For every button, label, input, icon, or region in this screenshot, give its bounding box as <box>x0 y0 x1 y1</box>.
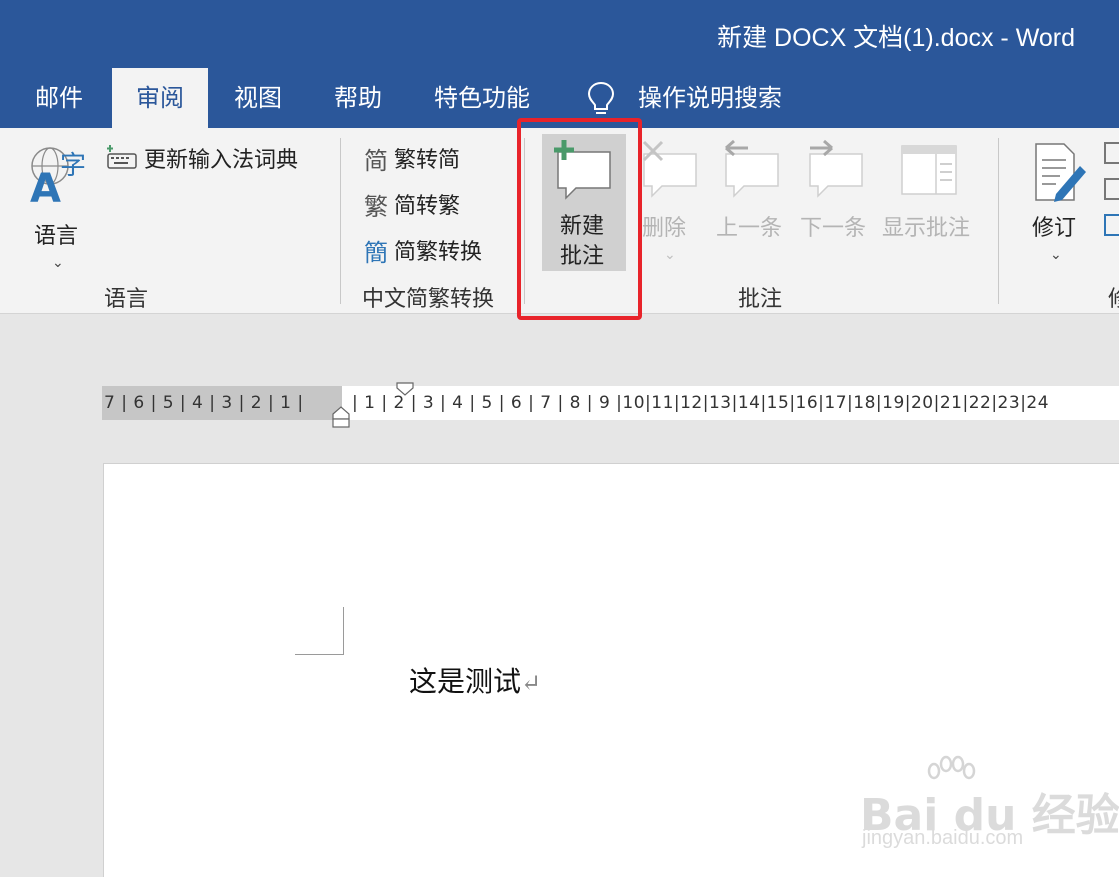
horizontal-ruler[interactable]: 7 | 6 | 5 | 4 | 3 | 2 | 1 | | 1 | 2 | 3 … <box>102 382 1119 428</box>
convert-char-icon: 簡 <box>364 238 388 267</box>
baidu-jingyan-watermark: Bai du 经验 jingyan.baidu.com <box>860 755 1119 865</box>
keyboard-icon <box>107 145 137 169</box>
ruler-right-numbers: | 1 | 2 | 3 | 4 | 5 | 6 | 7 | 8 | 9 |10|… <box>352 393 1050 413</box>
group-divider <box>998 138 999 304</box>
chevron-down-icon: ⌄ <box>1050 246 1062 262</box>
show-markup-icon[interactable] <box>1104 178 1119 200</box>
tab-mailings[interactable]: 邮件 <box>35 68 83 128</box>
language-button-label: 语言 <box>34 224 79 249</box>
tell-me-search[interactable]: 操作说明搜索 <box>638 68 782 128</box>
hanging-indent-marker[interactable] <box>332 406 350 428</box>
delete-comment-button[interactable]: 删除 ⌄ <box>638 138 702 268</box>
track-changes-icon <box>1035 143 1086 202</box>
paragraph-mark: ↵ <box>521 669 542 697</box>
previous-comment-label: 上一条 <box>716 216 783 241</box>
tab-view[interactable]: 视图 <box>234 68 282 128</box>
tab-help[interactable]: 帮助 <box>334 68 382 128</box>
first-line-indent-marker[interactable] <box>396 382 414 396</box>
window-title: 新建 DOCX 文档(1).docx - Word <box>717 24 1075 52</box>
next-comment-button[interactable]: 下一条 <box>800 138 876 241</box>
margin-corner-mark <box>295 654 344 655</box>
simp-to-trad-button[interactable]: 繁 简转繁 <box>364 186 460 222</box>
chevron-down-icon: ⌄ <box>664 246 676 262</box>
delete-comment-icon <box>642 140 697 198</box>
group-divider <box>340 138 341 304</box>
previous-comment-icon <box>725 139 779 198</box>
language-button[interactable]: A 字 语言 ⌄ <box>22 138 94 270</box>
next-comment-label: 下一条 <box>800 216 867 241</box>
show-comments-icon <box>901 145 957 195</box>
lightbulb-icon <box>587 81 615 114</box>
track-changes-label: 修订 <box>1032 216 1077 241</box>
svg-text:字: 字 <box>60 151 86 181</box>
traditional-char-icon: 繁 <box>364 192 388 221</box>
show-comments-button[interactable]: 显示批注 <box>882 138 982 241</box>
markup-icon[interactable] <box>1104 142 1119 164</box>
reviewing-pane-icon[interactable] <box>1104 214 1119 236</box>
tracking-side-icons <box>1104 142 1119 262</box>
group-label-comments: 批注 <box>738 287 783 312</box>
group-label-language: 语言 <box>104 287 149 312</box>
show-comments-label: 显示批注 <box>882 216 971 241</box>
simp-to-trad-label: 简转繁 <box>394 194 461 219</box>
update-ime-dictionary-label: 更新输入法词典 <box>144 148 299 173</box>
document-body-text[interactable]: 这是测试↵ <box>409 660 541 700</box>
previous-comment-button[interactable]: 上一条 <box>716 138 792 241</box>
simp-trad-convert-button[interactable]: 簡 简繁转换 <box>364 232 482 268</box>
title-bar: 新建 DOCX 文档(1).docx - Word <box>0 0 1119 68</box>
update-ime-dictionary-button[interactable]: 更新输入法词典 <box>106 140 298 176</box>
margin-corner-mark <box>343 607 344 655</box>
simp-trad-convert-label: 简繁转换 <box>394 240 483 265</box>
chevron-down-icon: ⌄ <box>52 254 64 270</box>
track-changes-button[interactable]: 修订 ⌄ <box>1024 138 1090 268</box>
svg-text:A: A <box>30 166 61 206</box>
group-label-tracking: 修 <box>1108 281 1119 313</box>
ruler-left-numbers: 7 | 6 | 5 | 4 | 3 | 2 | 1 | <box>104 393 304 413</box>
next-comment-icon <box>809 139 863 198</box>
simplified-char-icon: 简 <box>364 146 388 175</box>
language-icon: A 字 <box>30 147 86 206</box>
tab-review[interactable]: 审阅 <box>112 68 208 128</box>
trad-to-simp-label: 繁转简 <box>394 148 461 173</box>
tab-special-features[interactable]: 特色功能 <box>434 68 530 128</box>
trad-to-simp-button[interactable]: 简 繁转简 <box>364 140 460 176</box>
delete-comment-label: 删除 <box>642 216 687 241</box>
body-text: 这是测试 <box>409 665 522 698</box>
group-label-chinese-conversion: 中文简繁转换 <box>362 287 495 312</box>
highlight-box <box>517 118 642 320</box>
watermark-url: jingyan.baidu.com <box>862 827 1024 849</box>
